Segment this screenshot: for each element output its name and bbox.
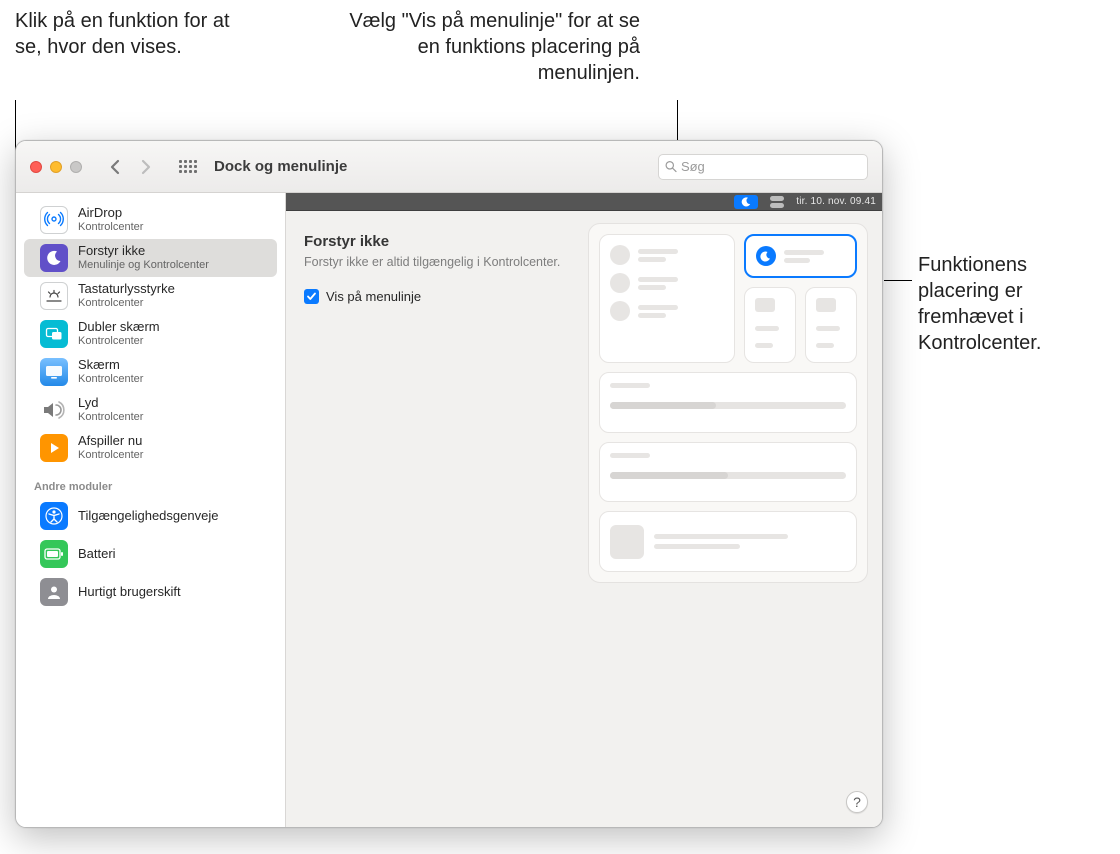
window-title: Dock og menulinje <box>214 158 347 175</box>
sidebar-item-label: Tilgængelighedsgenveje <box>78 509 218 524</box>
callout-top-left: Klik på en funktion for at se, hvor den … <box>15 8 245 60</box>
menubar-preview: tir. 10. nov. 09.41 <box>286 193 882 211</box>
display-icon <box>40 358 68 386</box>
sidebar-item-fast-user-switch[interactable]: Hurtigt brugerskift <box>24 573 277 611</box>
menubar-datetime: tir. 10. nov. 09.41 <box>796 196 876 207</box>
sidebar-item-battery[interactable]: Batteri <box>24 535 277 573</box>
cc-tile-media <box>599 511 857 572</box>
sidebar-item-label: Forstyr ikke <box>78 244 209 259</box>
sidebar-item-screen-mirroring[interactable]: Dubler skærm Kontrolcenter <box>24 315 277 353</box>
back-button[interactable] <box>100 154 128 180</box>
sidebar-item-sublabel: Kontrolcenter <box>78 373 143 386</box>
callout-right: Funktionens placering er fremhævet i Kon… <box>918 252 1108 356</box>
sidebar-section-other: Andre moduler <box>16 467 285 497</box>
zoom-button[interactable] <box>70 161 82 173</box>
callout-line <box>884 280 912 281</box>
control-center-preview <box>588 223 868 583</box>
module-settings: Forstyr ikke Forstyr ikke er altid tilgæ… <box>304 233 584 304</box>
sidebar-item-airdrop[interactable]: AirDrop Kontrolcenter <box>24 201 277 239</box>
moon-icon <box>40 244 68 272</box>
sidebar-item-sublabel: Kontrolcenter <box>78 297 175 310</box>
cc-tile-slider <box>599 372 857 433</box>
minimize-button[interactable] <box>50 161 62 173</box>
cc-tile-small <box>744 287 796 363</box>
sidebar-item-dnd[interactable]: Forstyr ikke Menulinje og Kontrolcenter <box>24 239 277 277</box>
sidebar-item-sublabel: Kontrolcenter <box>78 411 143 424</box>
sidebar-item-label: Afspiller nu <box>78 434 143 449</box>
chevron-right-icon <box>141 159 152 175</box>
accessibility-icon <box>40 502 68 530</box>
window-controls <box>30 161 82 173</box>
cc-tile-small <box>805 287 857 363</box>
cc-tile-slider <box>599 442 857 503</box>
callout-top-right: Vælg "Vis på menulinje" for at se en fun… <box>330 8 640 86</box>
close-button[interactable] <box>30 161 42 173</box>
sidebar-item-label: Tastaturlysstyrke <box>78 282 175 297</box>
show-all-button[interactable] <box>174 154 202 180</box>
sidebar[interactable]: AirDrop Kontrolcenter Forstyr ikke Menul… <box>16 193 286 827</box>
nav-buttons <box>100 154 160 180</box>
airdrop-icon <box>40 206 68 234</box>
play-icon <box>40 434 68 462</box>
keyboard-brightness-icon <box>40 282 68 310</box>
sidebar-item-now-playing[interactable]: Afspiller nu Kontrolcenter <box>24 429 277 467</box>
sidebar-item-label: Hurtigt brugerskift <box>78 585 181 600</box>
chevron-left-icon <box>109 159 120 175</box>
search-field[interactable] <box>658 154 868 180</box>
moon-icon <box>741 197 751 207</box>
sidebar-item-sublabel: Menulinje og Kontrolcenter <box>78 259 209 272</box>
sidebar-item-sublabel: Kontrolcenter <box>78 335 160 348</box>
menubar-dnd-indicator <box>734 195 758 209</box>
checkbox-label: Vis på menulinje <box>326 289 421 304</box>
sidebar-item-accessibility[interactable]: Tilgængelighedsgenveje <box>24 497 277 535</box>
control-center-menubar-icon <box>768 196 786 208</box>
forward-button[interactable] <box>132 154 160 180</box>
sidebar-item-label: Lyd <box>78 396 143 411</box>
grid-icon <box>179 160 197 173</box>
cc-tile-generic <box>599 234 735 363</box>
toolbar: Dock og menulinje <box>16 141 882 193</box>
sidebar-item-label: Dubler skærm <box>78 320 160 335</box>
main-pane: tir. 10. nov. 09.41 Forstyr ikke Forstyr… <box>286 193 882 827</box>
cc-tile-dnd-highlighted <box>744 234 858 278</box>
sidebar-item-sublabel: Kontrolcenter <box>78 449 143 462</box>
screen-mirror-icon <box>40 320 68 348</box>
sidebar-item-label: Batteri <box>78 547 116 562</box>
speaker-icon <box>40 396 68 424</box>
battery-icon <box>40 540 68 568</box>
sidebar-item-sound[interactable]: Lyd Kontrolcenter <box>24 391 277 429</box>
module-description: Forstyr ikke er altid tilgængelig i Kont… <box>304 254 584 271</box>
search-icon <box>665 160 677 173</box>
preferences-window: Dock og menulinje AirDrop Kontrolcenter <box>15 140 883 828</box>
user-icon <box>40 578 68 606</box>
moon-icon <box>760 251 771 262</box>
show-in-menubar-checkbox[interactable]: Vis på menulinje <box>304 289 584 304</box>
search-input[interactable] <box>681 159 861 174</box>
sidebar-item-label: Skærm <box>78 358 143 373</box>
sidebar-item-display[interactable]: Skærm Kontrolcenter <box>24 353 277 391</box>
sidebar-item-keyboard-brightness[interactable]: Tastaturlysstyrke Kontrolcenter <box>24 277 277 315</box>
module-heading: Forstyr ikke <box>304 233 584 250</box>
sidebar-item-label: AirDrop <box>78 206 143 221</box>
checkbox-checked-icon <box>304 289 319 304</box>
help-button[interactable]: ? <box>846 791 868 813</box>
sidebar-item-sublabel: Kontrolcenter <box>78 221 143 234</box>
